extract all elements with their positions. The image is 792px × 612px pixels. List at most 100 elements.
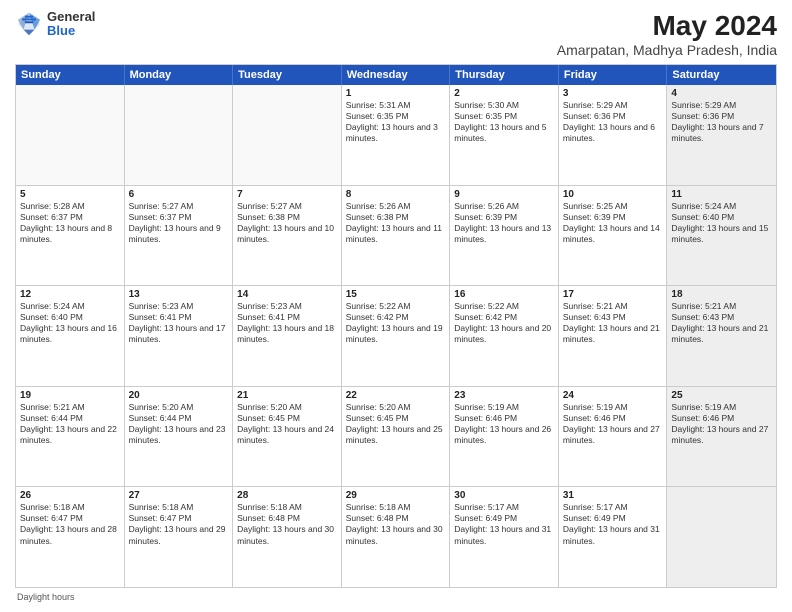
- logo-icon: [15, 10, 43, 38]
- calendar-cell: 13Sunrise: 5:23 AM Sunset: 6:41 PM Dayli…: [125, 286, 234, 386]
- day-number: 22: [346, 390, 446, 401]
- calendar-day-header: Monday: [125, 65, 234, 85]
- calendar-cell: 29Sunrise: 5:18 AM Sunset: 6:48 PM Dayli…: [342, 487, 451, 587]
- calendar-cell: 31Sunrise: 5:17 AM Sunset: 6:49 PM Dayli…: [559, 487, 668, 587]
- cell-content: Sunrise: 5:18 AM Sunset: 6:47 PM Dayligh…: [20, 502, 120, 546]
- cell-content: Sunrise: 5:23 AM Sunset: 6:41 PM Dayligh…: [237, 301, 337, 345]
- cell-content: Sunrise: 5:17 AM Sunset: 6:49 PM Dayligh…: [563, 502, 663, 546]
- cell-content: Sunrise: 5:21 AM Sunset: 6:43 PM Dayligh…: [563, 301, 663, 345]
- day-number: 31: [563, 490, 663, 501]
- day-number: 30: [454, 490, 554, 501]
- day-number: 1: [346, 88, 446, 99]
- calendar-cell: [667, 487, 776, 587]
- calendar-row: 19Sunrise: 5:21 AM Sunset: 6:44 PM Dayli…: [16, 387, 776, 488]
- calendar-cell: 30Sunrise: 5:17 AM Sunset: 6:49 PM Dayli…: [450, 487, 559, 587]
- calendar-cell: 28Sunrise: 5:18 AM Sunset: 6:48 PM Dayli…: [233, 487, 342, 587]
- logo-blue: Blue: [47, 24, 95, 38]
- cell-content: Sunrise: 5:28 AM Sunset: 6:37 PM Dayligh…: [20, 201, 120, 245]
- cell-content: Sunrise: 5:29 AM Sunset: 6:36 PM Dayligh…: [563, 100, 663, 144]
- cell-content: Sunrise: 5:25 AM Sunset: 6:39 PM Dayligh…: [563, 201, 663, 245]
- calendar-row: 26Sunrise: 5:18 AM Sunset: 6:47 PM Dayli…: [16, 487, 776, 587]
- day-number: 23: [454, 390, 554, 401]
- cell-content: Sunrise: 5:26 AM Sunset: 6:38 PM Dayligh…: [346, 201, 446, 245]
- calendar-cell: 10Sunrise: 5:25 AM Sunset: 6:39 PM Dayli…: [559, 186, 668, 286]
- calendar-row: 1Sunrise: 5:31 AM Sunset: 6:35 PM Daylig…: [16, 85, 776, 186]
- day-number: 18: [671, 289, 772, 300]
- cell-content: Sunrise: 5:19 AM Sunset: 6:46 PM Dayligh…: [671, 402, 772, 446]
- calendar-cell: 18Sunrise: 5:21 AM Sunset: 6:43 PM Dayli…: [667, 286, 776, 386]
- calendar-cell: 12Sunrise: 5:24 AM Sunset: 6:40 PM Dayli…: [16, 286, 125, 386]
- day-number: 7: [237, 189, 337, 200]
- day-number: 24: [563, 390, 663, 401]
- calendar-cell: 17Sunrise: 5:21 AM Sunset: 6:43 PM Dayli…: [559, 286, 668, 386]
- day-number: 17: [563, 289, 663, 300]
- day-number: 20: [129, 390, 229, 401]
- cell-content: Sunrise: 5:26 AM Sunset: 6:39 PM Dayligh…: [454, 201, 554, 245]
- calendar-day-header: Friday: [559, 65, 668, 85]
- cell-content: Sunrise: 5:21 AM Sunset: 6:44 PM Dayligh…: [20, 402, 120, 446]
- footer-note-text: Daylight hours: [17, 592, 75, 602]
- logo: General Blue: [15, 10, 95, 39]
- day-number: 6: [129, 189, 229, 200]
- cell-content: Sunrise: 5:27 AM Sunset: 6:38 PM Dayligh…: [237, 201, 337, 245]
- cell-content: Sunrise: 5:18 AM Sunset: 6:47 PM Dayligh…: [129, 502, 229, 546]
- calendar-cell: 1Sunrise: 5:31 AM Sunset: 6:35 PM Daylig…: [342, 85, 451, 185]
- calendar-cell: 27Sunrise: 5:18 AM Sunset: 6:47 PM Dayli…: [125, 487, 234, 587]
- cell-content: Sunrise: 5:17 AM Sunset: 6:49 PM Dayligh…: [454, 502, 554, 546]
- calendar-cell: 9Sunrise: 5:26 AM Sunset: 6:39 PM Daylig…: [450, 186, 559, 286]
- title-block: May 2024 Amarpatan, Madhya Pradesh, Indi…: [557, 10, 777, 58]
- cell-content: Sunrise: 5:20 AM Sunset: 6:45 PM Dayligh…: [237, 402, 337, 446]
- calendar-day-header: Sunday: [16, 65, 125, 85]
- calendar-cell: 23Sunrise: 5:19 AM Sunset: 6:46 PM Dayli…: [450, 387, 559, 487]
- cell-content: Sunrise: 5:30 AM Sunset: 6:35 PM Dayligh…: [454, 100, 554, 144]
- day-number: 11: [671, 189, 772, 200]
- cell-content: Sunrise: 5:22 AM Sunset: 6:42 PM Dayligh…: [454, 301, 554, 345]
- day-number: 4: [671, 88, 772, 99]
- cell-content: Sunrise: 5:24 AM Sunset: 6:40 PM Dayligh…: [671, 201, 772, 245]
- calendar-day-header: Saturday: [667, 65, 776, 85]
- calendar: SundayMondayTuesdayWednesdayThursdayFrid…: [15, 64, 777, 588]
- day-number: 25: [671, 390, 772, 401]
- day-number: 2: [454, 88, 554, 99]
- cell-content: Sunrise: 5:20 AM Sunset: 6:44 PM Dayligh…: [129, 402, 229, 446]
- cell-content: Sunrise: 5:19 AM Sunset: 6:46 PM Dayligh…: [563, 402, 663, 446]
- calendar-cell: 22Sunrise: 5:20 AM Sunset: 6:45 PM Dayli…: [342, 387, 451, 487]
- calendar-day-header: Tuesday: [233, 65, 342, 85]
- day-number: 29: [346, 490, 446, 501]
- cell-content: Sunrise: 5:24 AM Sunset: 6:40 PM Dayligh…: [20, 301, 120, 345]
- calendar-day-header: Wednesday: [342, 65, 451, 85]
- logo-general: General: [47, 10, 95, 24]
- calendar-cell: 6Sunrise: 5:27 AM Sunset: 6:37 PM Daylig…: [125, 186, 234, 286]
- day-number: 19: [20, 390, 120, 401]
- calendar-cell: 5Sunrise: 5:28 AM Sunset: 6:37 PM Daylig…: [16, 186, 125, 286]
- cell-content: Sunrise: 5:18 AM Sunset: 6:48 PM Dayligh…: [237, 502, 337, 546]
- page-subtitle: Amarpatan, Madhya Pradesh, India: [557, 42, 777, 58]
- day-number: 10: [563, 189, 663, 200]
- page-title: May 2024: [557, 10, 777, 42]
- day-number: 3: [563, 88, 663, 99]
- cell-content: Sunrise: 5:23 AM Sunset: 6:41 PM Dayligh…: [129, 301, 229, 345]
- calendar-cell: 21Sunrise: 5:20 AM Sunset: 6:45 PM Dayli…: [233, 387, 342, 487]
- calendar-cell: 16Sunrise: 5:22 AM Sunset: 6:42 PM Dayli…: [450, 286, 559, 386]
- header: General Blue May 2024 Amarpatan, Madhya …: [15, 10, 777, 58]
- day-number: 21: [237, 390, 337, 401]
- calendar-header: SundayMondayTuesdayWednesdayThursdayFrid…: [16, 65, 776, 85]
- day-number: 9: [454, 189, 554, 200]
- calendar-cell: 11Sunrise: 5:24 AM Sunset: 6:40 PM Dayli…: [667, 186, 776, 286]
- day-number: 14: [237, 289, 337, 300]
- calendar-cell: 14Sunrise: 5:23 AM Sunset: 6:41 PM Dayli…: [233, 286, 342, 386]
- day-number: 26: [20, 490, 120, 501]
- calendar-body: 1Sunrise: 5:31 AM Sunset: 6:35 PM Daylig…: [16, 85, 776, 587]
- calendar-cell: 19Sunrise: 5:21 AM Sunset: 6:44 PM Dayli…: [16, 387, 125, 487]
- calendar-cell: 2Sunrise: 5:30 AM Sunset: 6:35 PM Daylig…: [450, 85, 559, 185]
- day-number: 8: [346, 189, 446, 200]
- cell-content: Sunrise: 5:29 AM Sunset: 6:36 PM Dayligh…: [671, 100, 772, 144]
- day-number: 5: [20, 189, 120, 200]
- cell-content: Sunrise: 5:20 AM Sunset: 6:45 PM Dayligh…: [346, 402, 446, 446]
- calendar-cell: 24Sunrise: 5:19 AM Sunset: 6:46 PM Dayli…: [559, 387, 668, 487]
- cell-content: Sunrise: 5:27 AM Sunset: 6:37 PM Dayligh…: [129, 201, 229, 245]
- calendar-cell: 8Sunrise: 5:26 AM Sunset: 6:38 PM Daylig…: [342, 186, 451, 286]
- calendar-row: 5Sunrise: 5:28 AM Sunset: 6:37 PM Daylig…: [16, 186, 776, 287]
- day-number: 13: [129, 289, 229, 300]
- cell-content: Sunrise: 5:18 AM Sunset: 6:48 PM Dayligh…: [346, 502, 446, 546]
